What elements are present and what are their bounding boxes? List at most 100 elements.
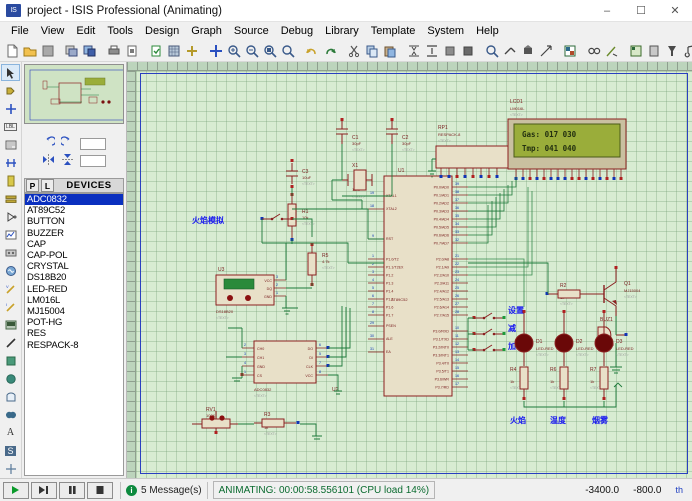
ds18b20-u3[interactable]: U3 DS18B20 <TEXT> VCC DQ GND 3 2 1 bbox=[215, 267, 286, 320]
wire-label-mode-icon[interactable]: LBL bbox=[1, 118, 20, 135]
component-mode-icon[interactable] bbox=[1, 82, 20, 99]
library-button[interactable]: L bbox=[41, 179, 54, 192]
bill-of-materials-icon[interactable] bbox=[628, 42, 644, 60]
device-item-adc0832[interactable]: ADC0832 bbox=[25, 194, 123, 206]
ares-icon[interactable] bbox=[646, 42, 662, 60]
rotation-angle-field[interactable] bbox=[80, 137, 106, 150]
led-d2[interactable]: D2 LED-RED <TEXT> bbox=[554, 310, 594, 366]
device-item-pot-hg[interactable]: POT-HG bbox=[25, 317, 123, 328]
paste-icon[interactable] bbox=[382, 42, 398, 60]
package-tool-icon[interactable] bbox=[520, 42, 536, 60]
menu-source[interactable]: Source bbox=[228, 24, 275, 38]
refresh-display-icon[interactable] bbox=[148, 42, 164, 60]
res-r6[interactable]: R6 1k <TEXT> bbox=[550, 366, 569, 400]
cut-icon[interactable] bbox=[346, 42, 362, 60]
pick-devices-button[interactable]: P bbox=[26, 179, 39, 192]
redo-icon[interactable] bbox=[322, 42, 338, 60]
res-r2[interactable]: R2 1k <TEXT> bbox=[545, 283, 591, 306]
undo-icon[interactable] bbox=[304, 42, 320, 60]
virtual-instruments-mode-icon[interactable] bbox=[1, 316, 20, 333]
release-device-icon[interactable] bbox=[538, 42, 554, 60]
zoom-area-icon[interactable] bbox=[262, 42, 278, 60]
block-copy-icon[interactable] bbox=[406, 42, 422, 60]
zoom-out-icon[interactable] bbox=[244, 42, 260, 60]
menu-system[interactable]: System bbox=[421, 24, 470, 38]
subcircuit-mode-icon[interactable] bbox=[1, 172, 20, 189]
print-region-icon[interactable] bbox=[124, 42, 140, 60]
make-device-icon[interactable] bbox=[502, 42, 518, 60]
2d-box-icon[interactable] bbox=[1, 352, 20, 369]
schematic-sheet[interactable]: U1 AT89C52 XTAL1 XTAL2 RST PSEN ALE EA 1… bbox=[136, 71, 692, 478]
current-probe-mode-icon[interactable]: I bbox=[1, 298, 20, 315]
origin-icon[interactable] bbox=[184, 42, 200, 60]
maximize-button[interactable]: ☐ bbox=[624, 0, 658, 22]
block-rotate-icon[interactable] bbox=[442, 42, 458, 60]
export-section-icon[interactable] bbox=[82, 42, 98, 60]
adc0832-u2[interactable]: U2 ADC0832 <TEXT> CH0 CH1 GND CS DO DI C… bbox=[240, 340, 339, 398]
lcd-module-lcd1[interactable]: LCD1 LM016L <TEXT> Gas: 017 030 Tmp: 041… bbox=[507, 99, 627, 180]
pot-rv1[interactable]: RV1 100K <TEXT> bbox=[192, 407, 238, 434]
menu-view[interactable]: View bbox=[35, 24, 71, 38]
menu-edit[interactable]: Edit bbox=[70, 24, 101, 38]
pick-device-icon[interactable] bbox=[484, 42, 500, 60]
block-delete-icon[interactable] bbox=[460, 42, 476, 60]
menu-debug[interactable]: Debug bbox=[275, 24, 319, 38]
device-item-at89c52[interactable]: AT89C52 bbox=[25, 205, 123, 216]
message-count[interactable]: 5 Message(s) bbox=[141, 485, 202, 496]
2d-line-icon[interactable] bbox=[1, 334, 20, 351]
block-move-icon[interactable] bbox=[424, 42, 440, 60]
rotate-cw-icon[interactable] bbox=[59, 136, 74, 151]
junction-dot-mode-icon[interactable] bbox=[1, 100, 20, 117]
device-item-ds18b20[interactable]: DS18B20 bbox=[25, 272, 123, 283]
device-item-respack-8[interactable]: RESPACK-8 bbox=[25, 340, 123, 351]
res-r5[interactable]: R5 4.7k <TEXT> bbox=[307, 243, 335, 286]
new-file-icon[interactable] bbox=[4, 42, 20, 60]
menu-template[interactable]: Template bbox=[365, 24, 422, 38]
3d-viewer-icon[interactable] bbox=[664, 42, 680, 60]
2d-marker-icon[interactable] bbox=[1, 460, 20, 477]
2d-circle-icon[interactable] bbox=[1, 370, 20, 387]
device-item-buzzer[interactable]: BUZZER bbox=[25, 228, 123, 239]
res-r4[interactable]: R4 1k <TEXT> bbox=[510, 366, 529, 400]
stop-button[interactable] bbox=[87, 481, 113, 499]
bus-mode-icon[interactable] bbox=[1, 154, 20, 171]
2d-path-icon[interactable] bbox=[1, 406, 20, 423]
step-button[interactable] bbox=[31, 481, 57, 499]
2d-symbol-icon[interactable]: S bbox=[1, 442, 20, 459]
toggle-grid-icon[interactable] bbox=[166, 42, 182, 60]
mirror-horizontal-icon[interactable] bbox=[42, 153, 55, 168]
device-item-button[interactable]: BUTTON bbox=[25, 216, 123, 227]
electrical-rules-icon[interactable] bbox=[586, 42, 602, 60]
mcu-u1[interactable]: U1 AT89C52 XTAL1 XTAL2 RST PSEN ALE EA 1… bbox=[368, 168, 468, 397]
play-button[interactable] bbox=[3, 481, 29, 499]
res-r3[interactable]: R3 1k <TEXT> bbox=[254, 412, 300, 436]
tape-recorder-mode-icon[interactable] bbox=[1, 244, 20, 261]
device-pin-mode-icon[interactable] bbox=[1, 208, 20, 225]
device-item-lm016l[interactable]: LM016L bbox=[25, 295, 123, 306]
menu-design[interactable]: Design bbox=[139, 24, 185, 38]
text-script-mode-icon[interactable] bbox=[1, 136, 20, 153]
open-file-icon[interactable] bbox=[22, 42, 38, 60]
schematic-drawing[interactable]: U1 AT89C52 XTAL1 XTAL2 RST PSEN ALE EA 1… bbox=[136, 71, 692, 478]
menu-library[interactable]: Library bbox=[319, 24, 365, 38]
copy-icon[interactable] bbox=[364, 42, 380, 60]
menu-file[interactable]: File bbox=[5, 24, 35, 38]
minimize-button[interactable]: – bbox=[590, 0, 624, 22]
terminals-mode-icon[interactable] bbox=[1, 190, 20, 207]
mirror-vertical-icon[interactable] bbox=[61, 153, 74, 168]
menu-help[interactable]: Help bbox=[470, 24, 505, 38]
device-item-res[interactable]: RES bbox=[25, 328, 123, 339]
selection-mode-icon[interactable] bbox=[1, 64, 20, 81]
device-item-mj15004[interactable]: MJ15004 bbox=[25, 306, 123, 317]
design-explorer-icon[interactable] bbox=[682, 42, 692, 60]
pause-button[interactable] bbox=[59, 481, 85, 499]
2d-arc-icon[interactable] bbox=[1, 388, 20, 405]
import-section-icon[interactable] bbox=[64, 42, 80, 60]
device-item-crystal[interactable]: CRYSTAL bbox=[25, 261, 123, 272]
transistor-q1[interactable]: Q1 MJ15004 <TEXT> bbox=[590, 266, 641, 316]
graph-mode-icon[interactable] bbox=[1, 226, 20, 243]
pan-icon[interactable] bbox=[208, 42, 224, 60]
mirror-state-field[interactable] bbox=[80, 154, 106, 167]
generator-mode-icon[interactable] bbox=[1, 262, 20, 279]
menu-graph[interactable]: Graph bbox=[185, 24, 228, 38]
